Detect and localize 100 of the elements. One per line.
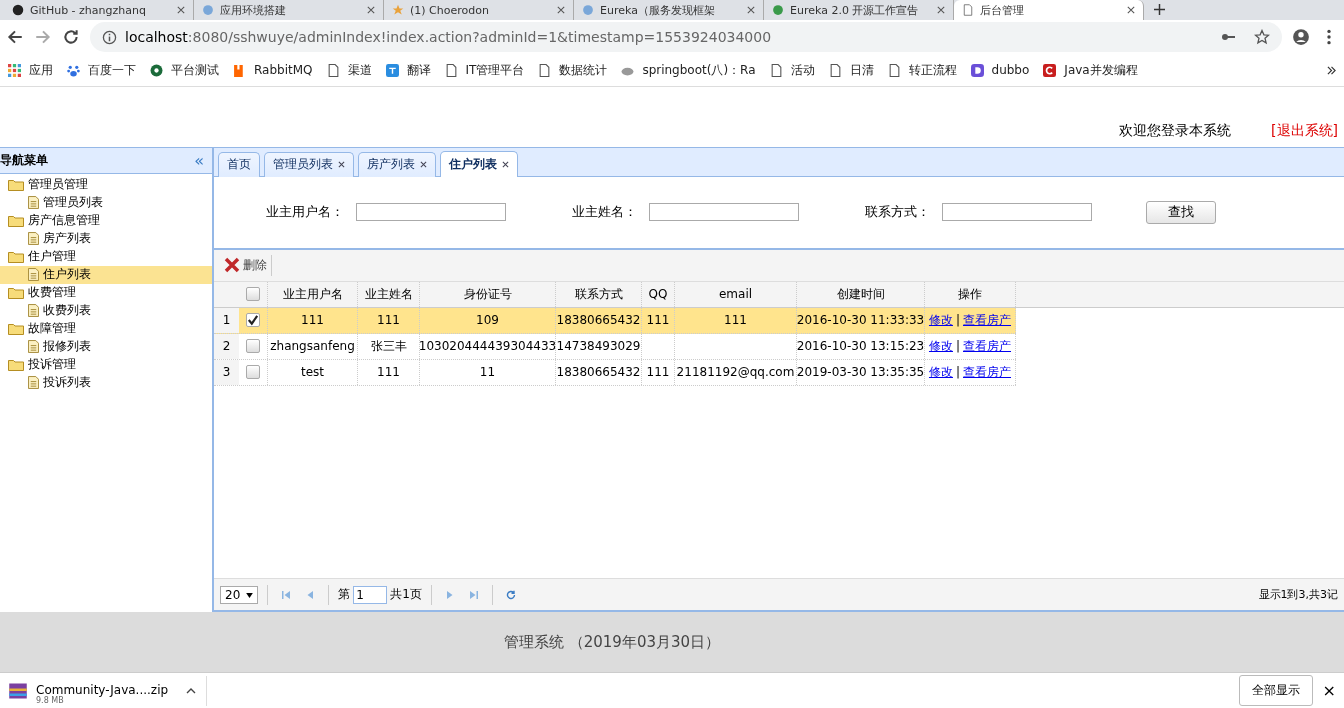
tree-node[interactable]: 房产信息管理 [0,211,212,230]
star-icon [392,4,404,16]
bookmark[interactable]: 活动 [769,61,815,79]
tree-item[interactable]: 住户列表 [0,265,212,284]
checkbox[interactable] [246,365,260,380]
bookmark[interactable]: 转正流程 [887,61,957,79]
new-tab-icon[interactable] [1154,4,1165,15]
close-icon[interactable] [420,161,427,169]
tree-item[interactable]: 收费列表 [0,301,212,320]
page-tab[interactable]: 管理员列表 [264,151,354,177]
bookmark[interactable]: 平台测试 [150,61,219,79]
column-header[interactable]: 创建时间 [797,281,925,307]
separator-text: | [955,339,960,354]
page-tab[interactable]: 住户列表 [440,150,518,177]
checkbox[interactable] [246,313,260,328]
close-icon[interactable] [502,160,509,168]
browser-tab[interactable]: 后台管理 [954,0,1144,20]
search-button[interactable]: 查找 [1146,200,1216,224]
bookmark[interactable]: RabbitMQ [233,63,313,77]
row-number: 1 [214,307,239,333]
bookmark[interactable]: Java并发编程 [1043,61,1138,79]
column-header[interactable]: 业主姓名 [358,281,420,307]
column-header[interactable]: 联系方式 [556,281,642,307]
info-icon [102,29,117,45]
close-icon[interactable] [747,6,755,14]
action-link[interactable]: 查看房产 [963,311,1011,329]
action-link[interactable]: 查看房产 [963,363,1011,381]
translate-icon [385,63,399,77]
checkbox[interactable] [246,287,260,302]
page-size-select[interactable]: 20 [220,585,259,604]
bookmark[interactable]: IT管理平台 [444,61,525,79]
bookmark[interactable]: 渠道 [326,61,372,79]
close-icon[interactable]: × [1322,681,1336,700]
close-icon[interactable] [557,6,565,14]
download-item[interactable]: Community-Java....zip 9.8 MB [8,675,208,706]
tree-node[interactable]: 故障管理 [0,319,212,338]
column-header[interactable]: 身份证号 [420,281,556,307]
action-link[interactable]: 修改 [928,363,953,381]
apps-icon [8,63,21,77]
field-label: 业主用户名： [266,203,344,222]
table-row[interactable]: 3 test 111 11 18380665432 111 21181192@qq.com 2019-03-30 13:35:35 修改 | 查看房产 [214,359,1016,386]
address-field[interactable]: localhost:8080/sshwuye/adminIndex!index.action?adminId=1&timestamp=1553924034000 [90,22,1282,52]
action-link[interactable]: 修改 [928,337,953,355]
browser-tab[interactable]: Eureka（服务发现框架 [574,0,764,20]
tree-node[interactable]: 投诉管理 [0,355,212,374]
tree-node[interactable]: 住户管理 [0,247,212,266]
column-header[interactable]: 操作 [925,281,1016,307]
tree-node[interactable]: 收费管理 [0,283,212,302]
account-icon[interactable] [1292,28,1310,46]
refresh-icon[interactable] [505,589,516,600]
bookmark[interactable]: 翻译 [385,61,431,79]
tree-item[interactable]: 管理员列表 [0,193,212,212]
table-row[interactable]: 2 zhangsanfeng 张三丰 103020444439304433 14738493029 2016-10-30 13:15:23 修改 | 查看房产 [214,333,1016,360]
table-cell: 111 [646,365,670,380]
tree-item[interactable]: 房产列表 [0,229,212,248]
page-tab[interactable]: 首页 [218,151,260,177]
caret-icon[interactable] [186,687,197,694]
reload-icon[interactable] [62,28,80,46]
collapse-icon[interactable]: « [194,150,204,170]
browser-tab[interactable]: (1) Choerodon [384,0,574,20]
star-icon[interactable] [1254,29,1270,45]
document-icon [28,268,39,282]
table-cell: 张三丰 [370,337,407,355]
column-header[interactable]: 业主用户名 [268,281,358,307]
page-tab[interactable]: 房产列表 [358,151,436,177]
input-field[interactable] [649,203,799,222]
bookmark[interactable]: 应用 [8,61,53,79]
close-icon[interactable] [177,6,185,14]
close-icon[interactable] [937,6,945,14]
more-icon[interactable] [1327,65,1336,75]
page-number-field[interactable]: 1 [353,585,388,604]
bookmark[interactable]: 百度一下 [67,61,136,79]
logout-link[interactable]: [退出系统] [1271,121,1338,140]
browser-tab[interactable]: GitHub - zhangzhanq [4,0,194,20]
action-link[interactable]: 修改 [928,311,953,329]
input-field[interactable] [356,203,506,222]
column-header[interactable]: email [675,281,797,307]
bookmark[interactable]: 日清 [828,61,874,79]
bookmark[interactable]: dubbo [970,63,1030,77]
tree-item[interactable]: 投诉列表 [0,373,212,392]
bookmark[interactable]: springboot(八)：Ra [621,61,756,79]
browser-tab[interactable]: 应用环境搭建 [194,0,384,20]
input-field[interactable] [942,203,1092,222]
page-icon [538,63,552,77]
tree-node[interactable]: 管理员管理 [0,175,212,194]
delete-button[interactable]: 删除 [220,254,272,276]
checkbox[interactable] [246,339,260,354]
close-icon[interactable] [338,161,345,169]
page-icon [444,63,458,77]
close-icon[interactable] [367,6,375,14]
table-row[interactable]: 1 111 111 109 18380665432 111 111 2016-10-30 11:33:33 修改 | 查看房产 [214,307,1016,334]
close-icon[interactable] [1127,6,1135,14]
dropdown-arrow-icon[interactable] [246,592,254,598]
back-icon[interactable] [6,28,24,46]
bookmark[interactable]: 数据统计 [538,61,608,79]
show-all-button[interactable]: 全部显示 [1238,675,1313,706]
action-link[interactable]: 查看房产 [963,337,1011,355]
column-header[interactable]: QQ [642,281,675,307]
footer-text: 管理系统 （2019年03月30日） [503,632,721,652]
tree-item[interactable]: 报修列表 [0,337,212,356]
